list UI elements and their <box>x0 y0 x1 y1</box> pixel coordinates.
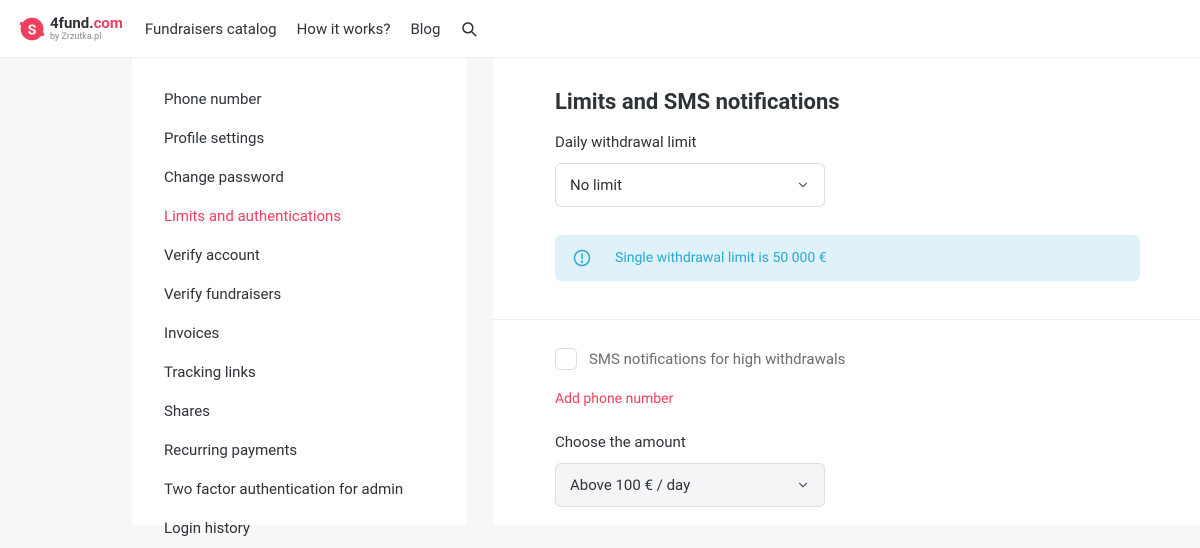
logo[interactable]: S 4fund.com by Zrzutka.pl <box>18 15 123 43</box>
logo-text: 4fund.com by Zrzutka.pl <box>50 16 123 42</box>
choose-amount-value: Above 100 € / day <box>570 476 690 494</box>
sidebar-item-phone-number[interactable]: Phone number <box>132 80 467 119</box>
choose-amount-label: Choose the amount <box>555 433 1140 451</box>
sidebar-item-verify-fundraisers[interactable]: Verify fundraisers <box>132 275 467 314</box>
logo-icon: S <box>18 15 46 43</box>
info-alert: Single withdrawal limit is 50 000 € <box>555 235 1140 281</box>
sidebar-item-change-password[interactable]: Change password <box>132 158 467 197</box>
sidebar-item-invoices[interactable]: Invoices <box>132 314 467 353</box>
main-panel: Limits and SMS notifications Daily withd… <box>493 58 1200 525</box>
sms-notifications-checkbox[interactable] <box>555 348 577 370</box>
left-gutter <box>0 58 132 525</box>
sidebar-item-limits-and-authentications[interactable]: Limits and authentications <box>132 197 467 236</box>
nav-blog[interactable]: Blog <box>410 20 440 38</box>
daily-withdrawal-limit-label: Daily withdrawal limit <box>555 133 1140 151</box>
alert-circle-icon <box>573 249 591 267</box>
top-header: S 4fund.com by Zrzutka.pl Fundraisers ca… <box>0 0 1200 58</box>
sidebar-item-two-factor-authentication[interactable]: Two factor authentication for admin <box>132 470 467 509</box>
daily-withdrawal-limit-select[interactable]: No limit <box>555 163 825 207</box>
sidebar-item-verify-account[interactable]: Verify account <box>132 236 467 275</box>
chevron-down-icon <box>796 178 810 192</box>
svg-text:S: S <box>28 22 37 38</box>
section-divider <box>493 319 1200 320</box>
settings-sidebar: Phone number Profile settings Change pas… <box>132 58 467 525</box>
search-icon[interactable] <box>460 20 478 38</box>
sidebar-item-profile-settings[interactable]: Profile settings <box>132 119 467 158</box>
brand-name-left: 4fund <box>50 14 89 32</box>
middle-gutter <box>467 58 493 525</box>
content-area: Phone number Profile settings Change pas… <box>0 58 1200 525</box>
brand-name-right: com <box>94 14 123 32</box>
info-alert-text: Single withdrawal limit is 50 000 € <box>615 250 827 266</box>
add-phone-number-link[interactable]: Add phone number <box>555 391 673 407</box>
sidebar-item-tracking-links[interactable]: Tracking links <box>132 353 467 392</box>
chevron-down-icon <box>796 478 810 492</box>
sidebar-item-login-history[interactable]: Login history <box>132 509 467 548</box>
daily-withdrawal-limit-value: No limit <box>570 176 622 194</box>
nav-fundraisers-catalog[interactable]: Fundraisers catalog <box>145 20 277 38</box>
logo-subtext: by Zrzutka.pl <box>50 33 123 42</box>
sidebar-item-recurring-payments[interactable]: Recurring payments <box>132 431 467 470</box>
sms-notifications-row: SMS notifications for high withdrawals <box>555 348 1140 370</box>
sidebar-item-shares[interactable]: Shares <box>132 392 467 431</box>
nav-how-it-works[interactable]: How it works? <box>297 20 391 38</box>
choose-amount-select[interactable]: Above 100 € / day <box>555 463 825 507</box>
sms-notifications-label: SMS notifications for high withdrawals <box>589 350 845 368</box>
page-title: Limits and SMS notifications <box>555 90 1140 115</box>
top-nav: Fundraisers catalog How it works? Blog <box>145 20 479 38</box>
